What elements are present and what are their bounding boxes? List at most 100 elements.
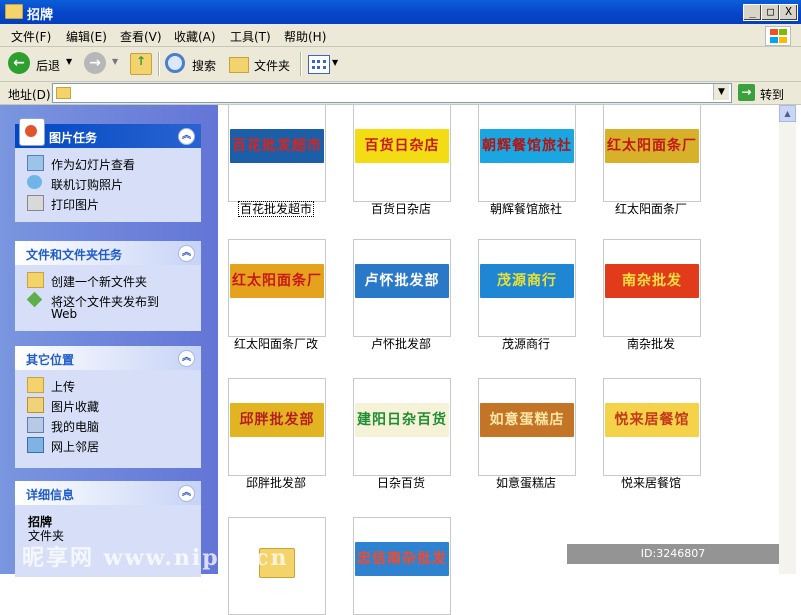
thumbnail-banner-text: 红太阳面条厂 xyxy=(607,138,697,154)
close-button[interactable]: X xyxy=(779,4,798,21)
place-upload[interactable]: 上传 xyxy=(15,376,201,396)
thumbnail-banner-text: 卢怀批发部 xyxy=(364,273,440,289)
back-button-label[interactable]: 后退 xyxy=(36,57,60,74)
menu-file[interactable]: 文件(F) xyxy=(11,28,51,45)
thumbnail[interactable]: 邱胖批发部 xyxy=(228,378,326,476)
thumbnail-caption[interactable]: 如意蛋糕店 xyxy=(456,474,596,491)
thumbnail-banner-text: 红太阳面条厂 xyxy=(232,273,322,289)
thumbnail-caption[interactable]: 百花批发超市 xyxy=(206,200,346,217)
thumbnail[interactable]: 南杂批发 xyxy=(603,239,701,337)
file-tasks-title: 文件和文件夹任务 xyxy=(26,248,123,262)
thumbnail-caption[interactable]: 红太阳面条厂改 xyxy=(206,335,346,352)
forward-dropdown-icon[interactable]: ▼ xyxy=(112,57,118,66)
task-print[interactable]: 打印图片 xyxy=(15,194,201,214)
thumbnail-caption[interactable]: 红太阳面条厂 xyxy=(581,200,721,217)
thumbnail-image: 悦来居餐馆 xyxy=(605,403,699,437)
thumbnail-caption[interactable]: 日杂百货 xyxy=(331,474,471,491)
back-dropdown-icon[interactable]: ▼ xyxy=(66,57,72,66)
search-icon[interactable] xyxy=(165,53,185,73)
thumbnail[interactable]: 悦来居餐馆 xyxy=(603,378,701,476)
windows-logo-icon xyxy=(765,26,791,46)
thumbnail-caption[interactable]: 卢怀批发部 xyxy=(331,335,471,352)
forward-arrow-icon[interactable]: → xyxy=(84,52,106,74)
thumbnail[interactable]: 红太阳面条厂 xyxy=(228,239,326,337)
thumbnail[interactable]: 百花批发超市 xyxy=(228,104,326,202)
thumbnail-banner-text: 南杂批发 xyxy=(622,273,682,289)
task-slideshow[interactable]: 作为幻灯片查看 xyxy=(15,154,201,174)
menu-favorites[interactable]: 收藏(A) xyxy=(174,28,216,45)
maximize-button[interactable]: □ xyxy=(761,4,780,21)
folder-icon xyxy=(56,87,71,99)
thumbnail-banner-text: 悦来居餐馆 xyxy=(614,412,690,428)
go-arrow-icon[interactable]: → xyxy=(738,84,755,101)
task-order-prints[interactable]: 联机订购照片 xyxy=(15,174,201,194)
menu-edit[interactable]: 编辑(E) xyxy=(66,28,107,45)
place-network[interactable]: 网上邻居 xyxy=(15,436,201,456)
up-folder-icon[interactable]: ↑ xyxy=(130,53,152,75)
thumbnail-banner-text: 百货日杂店 xyxy=(364,138,440,154)
collapse-chevron-icon[interactable]: ︽ xyxy=(178,128,195,145)
order-prints-icon xyxy=(27,175,42,189)
task-publish-web-continued[interactable]: Web xyxy=(51,307,77,321)
collapse-chevron-icon[interactable]: ︽ xyxy=(178,245,195,262)
thumbnail-image: 如意蛋糕店 xyxy=(480,403,574,437)
views-dropdown-icon[interactable]: ▼ xyxy=(332,58,338,67)
thumbnail[interactable]: 朝辉餐馆旅社 xyxy=(478,104,576,202)
thumbnail-caption[interactable]: 南杂批发 xyxy=(581,335,721,352)
task-new-folder[interactable]: 创建一个新文件夹 xyxy=(15,271,201,291)
thumbnail-caption[interactable]: 朝辉餐馆旅社 xyxy=(456,200,596,217)
menu-tools[interactable]: 工具(T) xyxy=(230,28,271,45)
thumbnail-image: 百花批发超市 xyxy=(230,129,324,163)
picture-tasks-icon xyxy=(19,118,45,146)
scroll-up-icon[interactable]: ▲ xyxy=(779,105,796,122)
thumbnail[interactable]: 如意蛋糕店 xyxy=(478,378,576,476)
address-bar: 地址(D) ▼ → 转到 xyxy=(0,82,801,105)
watermark-logo: 昵享网 www.nipic.cn xyxy=(22,545,289,571)
address-field[interactable]: ▼ xyxy=(52,83,732,103)
picture-tasks-title: 图片任务 xyxy=(49,131,98,145)
thumbnail[interactable]: 卢怀批发部 xyxy=(353,239,451,337)
search-button-label[interactable]: 搜索 xyxy=(192,57,216,74)
thumbnail[interactable]: 忠信南杂批发 xyxy=(353,517,451,615)
place-my-computer[interactable]: 我的电脑 xyxy=(15,416,201,436)
other-places-header[interactable]: 其它位置 ︽ xyxy=(15,346,201,370)
collapse-chevron-icon[interactable]: ︽ xyxy=(178,485,195,502)
thumbnail-banner-text: 忠信南杂批发 xyxy=(357,551,447,567)
address-label: 地址(D) xyxy=(8,88,51,102)
go-button-label[interactable]: 转到 xyxy=(760,86,784,103)
details-header[interactable]: 详细信息 ︽ xyxy=(15,481,201,505)
menu-view[interactable]: 查看(V) xyxy=(120,28,162,45)
my-computer-icon xyxy=(27,417,44,433)
file-tasks-header[interactable]: 文件和文件夹任务 ︽ xyxy=(15,241,201,265)
thumbnail[interactable]: 百货日杂店 xyxy=(353,104,451,202)
address-dropdown-icon[interactable]: ▼ xyxy=(713,84,729,100)
thumbnail-caption[interactable]: 邱胖批发部 xyxy=(206,474,346,491)
thumbnail-caption[interactable]: 茂源商行 xyxy=(456,335,596,352)
thumbnail[interactable]: 建阳日杂百货 xyxy=(353,378,451,476)
back-arrow-icon[interactable]: ← xyxy=(8,52,30,74)
picture-tasks-header[interactable]: 图片任务 ︽ xyxy=(15,118,201,148)
vertical-scrollbar[interactable]: ▲ xyxy=(779,105,796,574)
thumbnail-image: 红太阳面条厂 xyxy=(230,264,324,298)
menu-help[interactable]: 帮助(H) xyxy=(284,28,326,45)
folders-icon[interactable] xyxy=(229,57,249,73)
window-title: 招牌 xyxy=(27,8,54,23)
minimize-button[interactable]: _ xyxy=(743,4,762,21)
thumbnail-banner-text: 如意蛋糕店 xyxy=(489,412,565,428)
thumbnail-image: 红太阳面条厂 xyxy=(605,129,699,163)
thumbnail-image: 卢怀批发部 xyxy=(355,264,449,298)
thumbnail-image: 朝辉餐馆旅社 xyxy=(480,129,574,163)
thumbnail[interactable]: 茂源商行 xyxy=(478,239,576,337)
thumbnail-banner-text: 百花批发超市 xyxy=(232,138,322,154)
task-publish-web[interactable]: 将这个文件夹发布到 xyxy=(15,291,201,309)
views-icon[interactable] xyxy=(308,55,330,74)
my-pictures-icon xyxy=(27,397,44,413)
details-title: 详细信息 xyxy=(26,488,75,502)
collapse-chevron-icon[interactable]: ︽ xyxy=(178,350,195,367)
thumbnail-caption[interactable]: 百货日杂店 xyxy=(331,200,471,217)
folders-button-label[interactable]: 文件夹 xyxy=(254,57,290,74)
place-my-pictures[interactable]: 图片收藏 xyxy=(15,396,201,416)
thumbnail[interactable]: 红太阳面条厂 xyxy=(603,104,701,202)
thumbnail-image: 百货日杂店 xyxy=(355,129,449,163)
thumbnail-caption[interactable]: 悦来居餐馆 xyxy=(581,474,721,491)
